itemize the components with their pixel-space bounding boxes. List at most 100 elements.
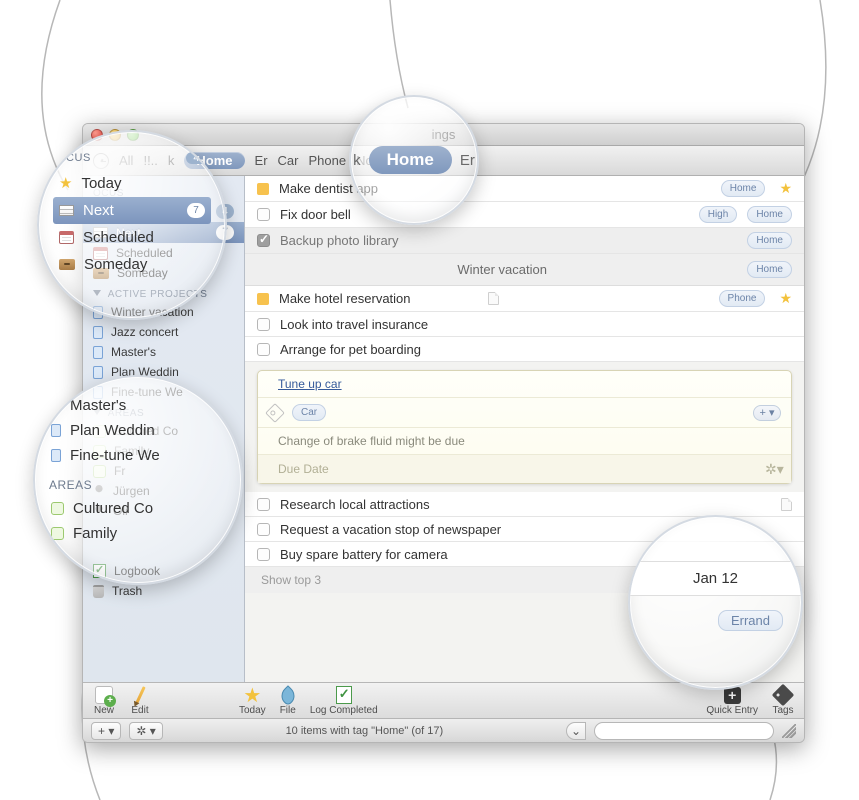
editor-title[interactable]: Tune up car <box>278 377 342 391</box>
task-row[interactable]: Research local attractions <box>245 492 804 517</box>
lens-text: Fine-tune We <box>70 447 160 464</box>
tag-pill[interactable]: Home <box>747 232 792 249</box>
task-row[interactable]: Make hotel reservation Phone ★ <box>245 286 804 312</box>
tag-icon <box>772 684 795 707</box>
statusbar-gear-button[interactable]: ✲ ▾ <box>129 722 162 740</box>
flag-icon <box>257 293 269 305</box>
area-icon <box>51 527 64 540</box>
toolbar-label: Today <box>239 705 266 716</box>
project-icon <box>93 366 103 379</box>
tag-pill[interactable]: Home <box>747 206 792 223</box>
project-icon <box>93 326 103 339</box>
star-icon: ★ <box>59 176 72 191</box>
statusbar-add-button[interactable]: + ▾ <box>91 722 121 740</box>
task-title: Research local attractions <box>280 497 771 512</box>
lens-date: Jan 12 <box>628 561 803 596</box>
magnifier-lens-filterbar: k Home Er <box>349 95 479 225</box>
sidebar-project[interactable]: Master's <box>83 342 244 362</box>
star-icon: ★ <box>243 683 261 708</box>
task-title: Make dentist app <box>279 181 711 196</box>
lens-text: Someday <box>84 256 147 273</box>
checkbox[interactable] <box>257 318 270 331</box>
lens-text: Master's <box>70 397 126 414</box>
tag-pill[interactable]: Home <box>747 261 792 278</box>
lens-badge: 7 <box>187 203 205 218</box>
tag-pill[interactable]: Home <box>721 180 766 197</box>
tag-pill[interactable]: Phone <box>719 290 766 307</box>
file-icon <box>280 685 296 705</box>
project-icon <box>51 399 61 412</box>
lens-heading: AREAS <box>49 478 92 492</box>
checkbox[interactable] <box>257 343 270 356</box>
lens-text: Next <box>83 202 114 219</box>
task-row[interactable]: Make dentist app Home ★ <box>245 176 804 202</box>
note-icon <box>488 292 499 305</box>
log-completed-icon <box>336 686 352 704</box>
lens-text: Family <box>73 525 117 542</box>
tag-icon <box>265 403 285 423</box>
toolbar-tags[interactable]: Tags <box>772 685 794 716</box>
add-tag-button[interactable]: + ▾ <box>753 405 781 421</box>
filter-errand[interactable]: Er <box>255 153 268 168</box>
calendar-icon <box>59 231 74 244</box>
section-header[interactable]: Winter vacation Home <box>245 254 804 286</box>
sidebar-trash[interactable]: Trash <box>83 581 244 601</box>
checkbox[interactable] <box>257 548 270 561</box>
magnifier-lens-focus: OCUS 4 ★ Today Next 7 Scheduled Someday <box>37 130 227 320</box>
stack-icon <box>59 205 74 216</box>
task-title: Arrange for pet boarding <box>280 342 792 357</box>
trash-icon <box>93 585 104 598</box>
section-title: Winter vacation <box>257 262 747 277</box>
filter-phone[interactable]: Phone <box>308 153 346 168</box>
toolbar-label: File <box>280 705 296 716</box>
toolbar-today[interactable]: ★ Today <box>239 685 266 716</box>
checkbox[interactable] <box>257 498 270 511</box>
lens-text: Cultured Co <box>73 500 153 517</box>
toolbar-log-completed[interactable]: Log Completed <box>310 685 378 716</box>
lens-tag: Errand <box>718 610 783 631</box>
task-row[interactable]: Look into travel insurance <box>245 312 804 337</box>
sidebar-item-label: Master's <box>111 345 156 359</box>
toolbar-label: Quick Entry <box>706 705 758 716</box>
lens-text: Scheduled <box>83 229 154 246</box>
search-field[interactable] <box>594 722 774 740</box>
filter-car[interactable]: Car <box>278 153 299 168</box>
lens-text: Plan Weddin <box>70 422 155 439</box>
due-date-label[interactable]: Due Date <box>278 462 329 476</box>
toolbar-label: Tags <box>772 705 793 716</box>
toolbar-edit[interactable]: Edit <box>129 685 151 716</box>
magnifier-lens-projects-areas: Master's Plan Weddin Fine-tune We AREAS … <box>33 375 243 585</box>
task-row[interactable]: Arrange for pet boarding <box>245 337 804 362</box>
task-row[interactable]: Fix door bell High Home <box>245 202 804 228</box>
area-icon <box>51 502 64 515</box>
tag-pill[interactable]: High <box>699 206 738 223</box>
sidebar-item-label: Trash <box>112 584 142 598</box>
checkbox[interactable] <box>257 523 270 536</box>
sidebar-item-label: Jazz concert <box>111 325 178 339</box>
search-input[interactable] <box>601 724 767 738</box>
drawer-icon <box>59 259 75 270</box>
star-icon[interactable]: ★ <box>779 290 792 307</box>
gear-icon[interactable]: ✲▾ <box>765 461 781 477</box>
status-text: 10 items with tag "Home" (of 17) <box>171 725 558 737</box>
search-scope-button[interactable]: ⌄ <box>566 722 586 740</box>
toolbar-label: Log Completed <box>310 705 378 716</box>
task-editor[interactable]: Tune up car Car + ▾ Change of brake flui… <box>257 370 792 484</box>
project-icon <box>93 346 103 359</box>
checkbox-checked[interactable] <box>257 234 270 247</box>
note-icon <box>781 498 792 511</box>
task-title: Make hotel reservation <box>279 291 478 306</box>
toolbar-file[interactable]: File <box>280 685 296 716</box>
editor-note[interactable]: Change of brake fluid might be due <box>278 434 465 448</box>
tag-pill[interactable]: Car <box>292 404 326 421</box>
lens-text: Er <box>460 152 475 169</box>
task-row[interactable]: Backup photo library Home <box>245 228 804 254</box>
star-icon[interactable]: ★ <box>779 180 792 197</box>
checkbox[interactable] <box>257 208 270 221</box>
resize-handle[interactable] <box>782 724 796 738</box>
sidebar-project[interactable]: Jazz concert <box>83 322 244 342</box>
toolbar-new[interactable]: New <box>93 685 115 716</box>
project-icon <box>51 449 61 462</box>
status-bar: + ▾ ✲ ▾ 10 items with tag "Home" (of 17)… <box>83 718 804 742</box>
flag-icon <box>257 183 269 195</box>
